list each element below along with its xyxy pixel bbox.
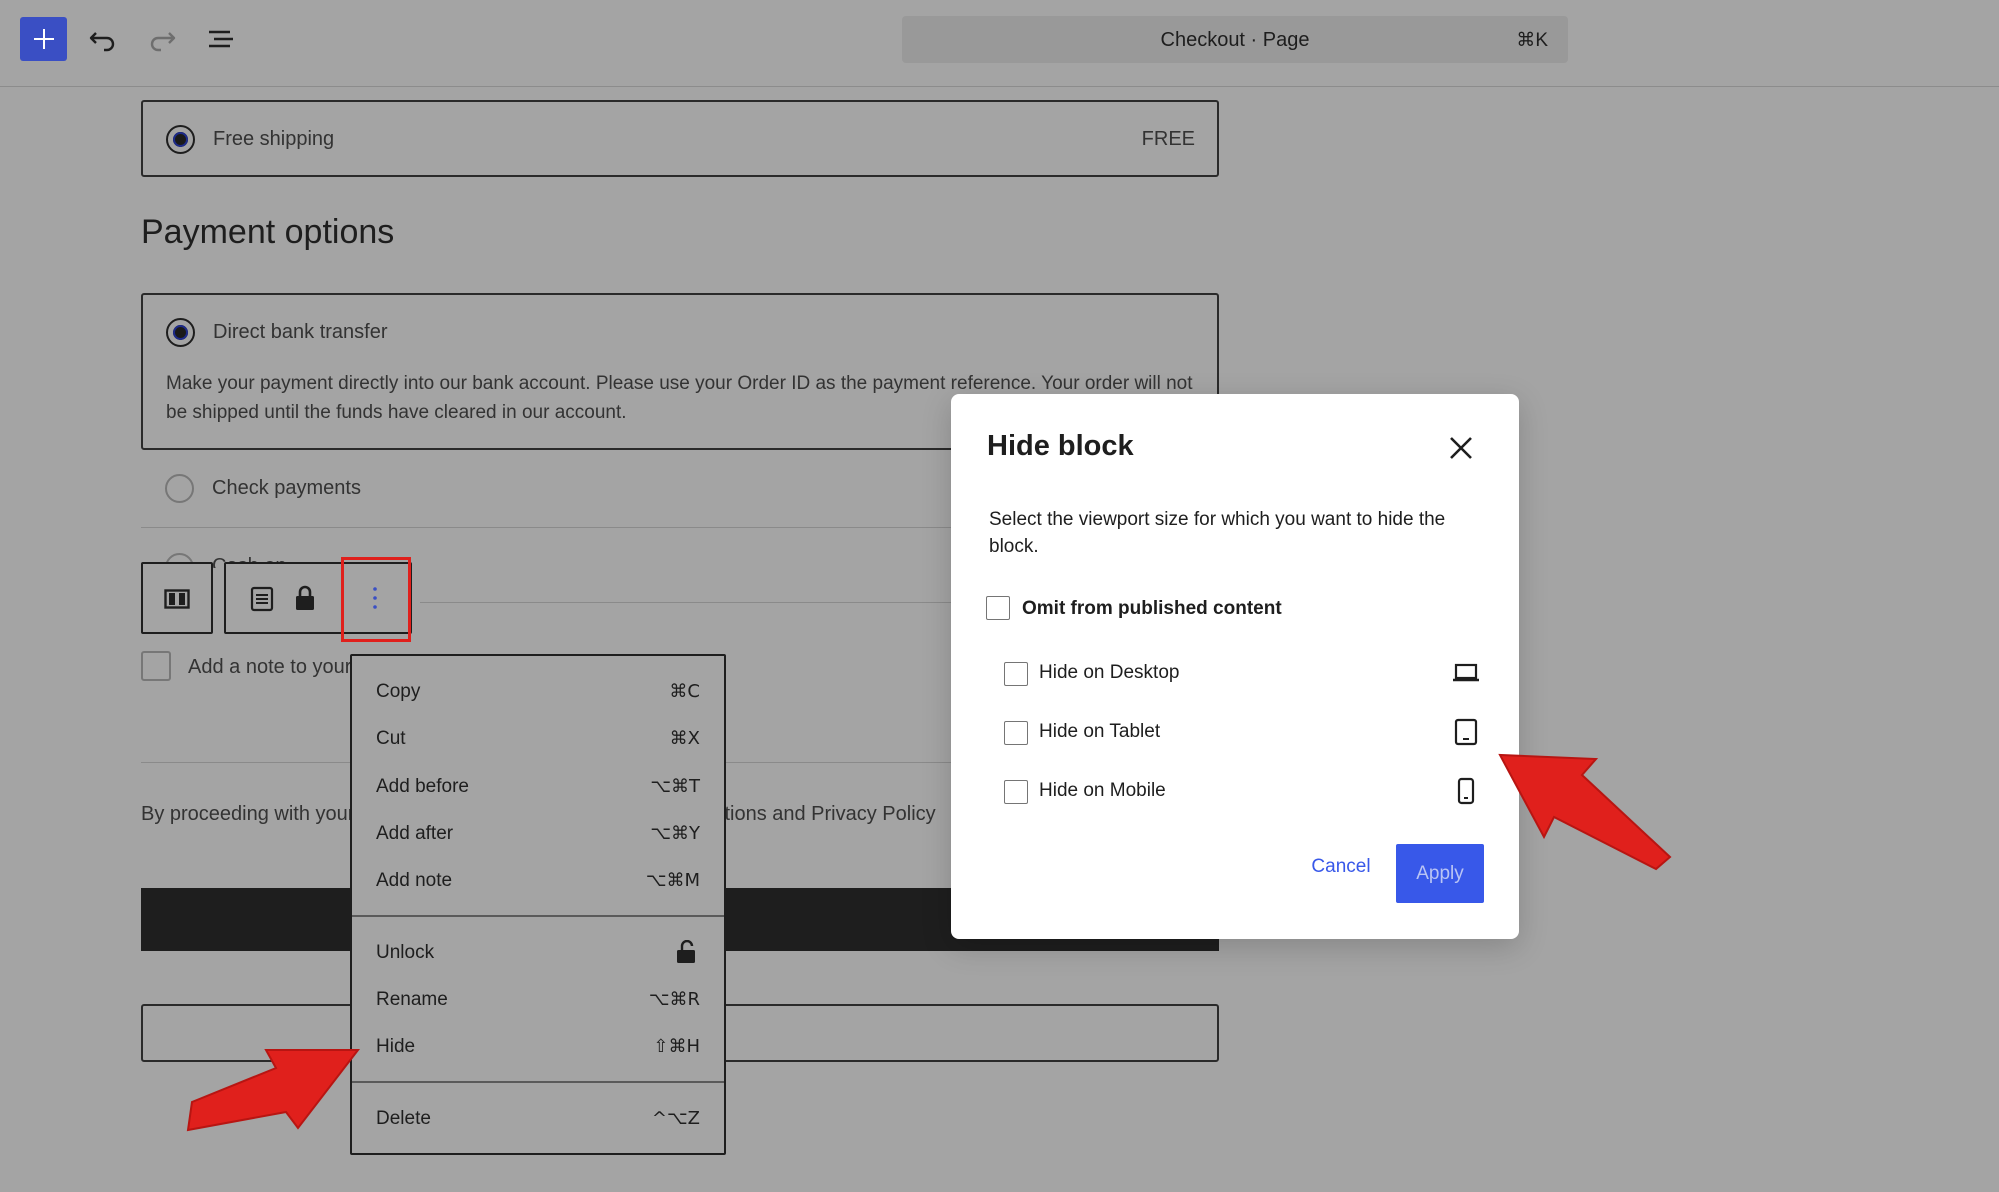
check-payments-label: Check payments bbox=[212, 477, 361, 499]
unlock-icon bbox=[676, 940, 696, 964]
omit-label: Omit from published content bbox=[1022, 598, 1282, 619]
menu-divider bbox=[352, 915, 724, 917]
menu-item-copy[interactable]: Copy ⌘C bbox=[352, 668, 724, 714]
menu-item-shortcut: ⌥⌘Y bbox=[650, 823, 700, 844]
menu-item-shortcut: ⌥⌘M bbox=[645, 870, 700, 891]
redo-icon[interactable] bbox=[147, 24, 177, 54]
hide-mobile-checkbox[interactable] bbox=[1004, 780, 1028, 804]
hide-desktop-checkbox[interactable] bbox=[1004, 662, 1028, 686]
divider bbox=[141, 527, 961, 528]
cancel-button[interactable]: Cancel bbox=[1297, 844, 1385, 890]
menu-item-label: Add after bbox=[376, 823, 454, 844]
menu-item-label: Add before bbox=[376, 776, 469, 797]
menu-item-shortcut: ⌘C bbox=[669, 681, 700, 702]
bank-transfer-label: Direct bank transfer bbox=[213, 321, 388, 343]
menu-item-shortcut: ⇧⌘H bbox=[653, 1036, 700, 1057]
menu-item-label: Delete bbox=[376, 1108, 431, 1129]
block-options-menu: Copy ⌘C Cut ⌘X Add before ⌥⌘T Add after … bbox=[350, 654, 726, 1155]
highlight-box bbox=[341, 557, 411, 642]
apply-button[interactable]: Apply bbox=[1396, 844, 1484, 903]
menu-item-label: Cut bbox=[376, 728, 406, 749]
order-note-label: Add a note to your bbox=[188, 656, 352, 678]
menu-item-add-before[interactable]: Add before ⌥⌘T bbox=[352, 763, 724, 809]
menu-item-hide[interactable]: Hide ⇧⌘H bbox=[352, 1023, 724, 1069]
shipping-label: Free shipping bbox=[213, 128, 335, 150]
columns-icon bbox=[164, 589, 190, 609]
divider bbox=[420, 602, 960, 603]
menu-item-label: Rename bbox=[376, 989, 448, 1010]
hide-mobile-label: Hide on Mobile bbox=[1039, 780, 1166, 801]
command-palette-bar[interactable]: Checkout · Page ⌘K bbox=[902, 16, 1568, 63]
menu-item-shortcut: ^⌥Z bbox=[651, 1108, 700, 1129]
menu-item-shortcut: ⌥⌘T bbox=[650, 776, 700, 797]
document-overview-icon[interactable] bbox=[206, 24, 236, 54]
terms-text-right: itions and Privacy Policy bbox=[720, 803, 936, 825]
hide-tablet-checkbox[interactable] bbox=[1004, 721, 1028, 745]
command-shortcut: ⌘K bbox=[1516, 30, 1548, 51]
top-toolbar: Checkout · Page ⌘K bbox=[0, 0, 1999, 87]
document-title: Checkout · Page bbox=[1160, 29, 1310, 51]
menu-item-unlock[interactable]: Unlock bbox=[352, 929, 724, 975]
annotation-arrow-icon bbox=[186, 1049, 361, 1132]
menu-item-label: Add note bbox=[376, 870, 453, 891]
menu-item-add-note[interactable]: Add note ⌥⌘M bbox=[352, 857, 724, 903]
payment-heading: Payment options bbox=[141, 213, 395, 251]
order-note-checkbox[interactable] bbox=[141, 651, 171, 681]
menu-item-add-after[interactable]: Add after ⌥⌘Y bbox=[352, 810, 724, 856]
bank-transfer-radio[interactable] bbox=[166, 318, 195, 347]
omit-checkbox[interactable] bbox=[986, 596, 1010, 620]
hide-tablet-label: Hide on Tablet bbox=[1039, 721, 1161, 742]
hide-desktop-label: Hide on Desktop bbox=[1039, 662, 1180, 683]
hide-block-modal: Hide block Select the viewport size for … bbox=[951, 394, 1519, 939]
tablet-icon bbox=[1454, 718, 1478, 746]
block-type-switcher[interactable] bbox=[141, 562, 213, 634]
add-block-button[interactable] bbox=[20, 17, 67, 61]
modal-title: Hide block bbox=[987, 430, 1134, 462]
terms-text-left: By proceeding with your bbox=[141, 803, 355, 825]
mobile-icon bbox=[1457, 777, 1475, 805]
menu-item-delete[interactable]: Delete ^⌥Z bbox=[352, 1095, 724, 1141]
menu-item-shortcut: ⌥⌘R bbox=[648, 989, 700, 1010]
desktop-icon bbox=[1452, 662, 1480, 684]
shipping-price: FREE bbox=[1141, 128, 1195, 150]
modal-description: Select the viewport size for which you w… bbox=[989, 509, 1446, 557]
menu-divider bbox=[352, 1081, 724, 1083]
menu-item-shortcut: ⌘X bbox=[669, 728, 700, 749]
check-payments-radio[interactable] bbox=[165, 474, 194, 503]
undo-icon[interactable] bbox=[88, 24, 118, 54]
menu-item-label: Copy bbox=[376, 681, 421, 702]
shipping-option-card[interactable]: Free shipping FREE bbox=[141, 100, 1219, 177]
lock-icon[interactable] bbox=[294, 585, 316, 611]
close-icon[interactable] bbox=[1443, 430, 1479, 466]
note-icon[interactable] bbox=[250, 586, 274, 612]
menu-item-label: Hide bbox=[376, 1036, 416, 1057]
menu-item-rename[interactable]: Rename ⌥⌘R bbox=[352, 976, 724, 1022]
shipping-radio[interactable] bbox=[166, 125, 195, 154]
menu-item-label: Unlock bbox=[376, 942, 435, 963]
menu-item-cut[interactable]: Cut ⌘X bbox=[352, 715, 724, 761]
annotation-arrow-icon bbox=[1498, 753, 1672, 871]
